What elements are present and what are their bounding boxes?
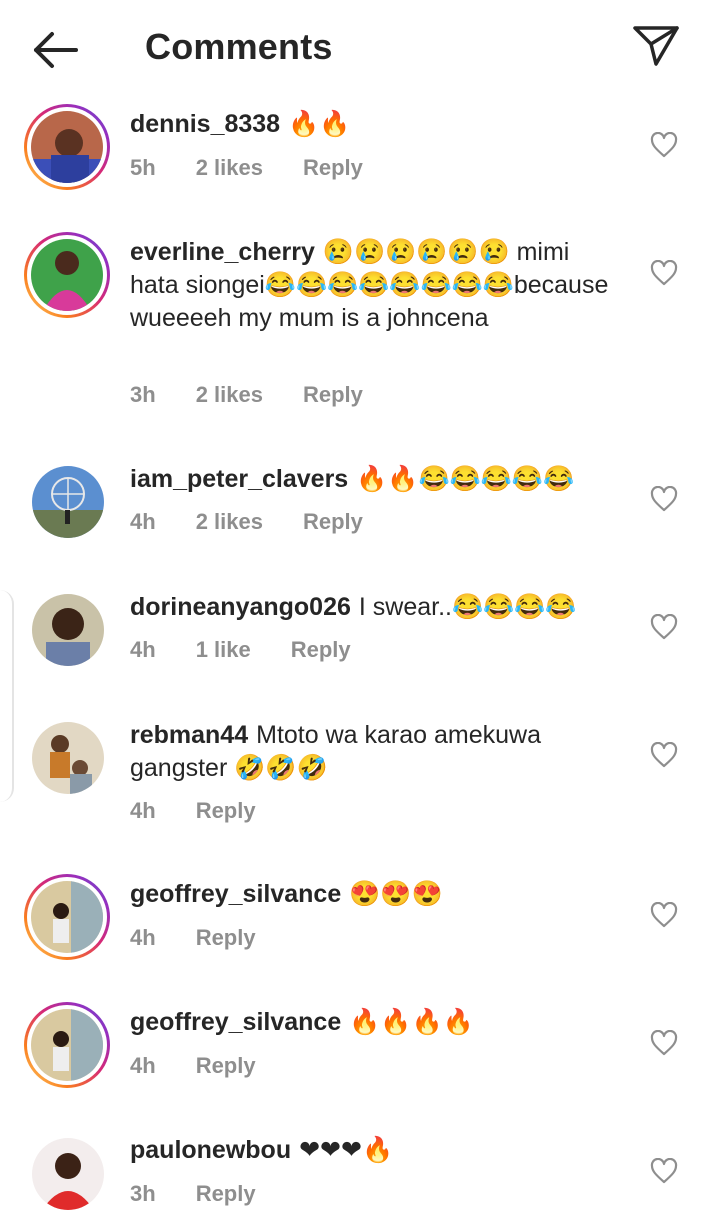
comment-time: 3h (130, 382, 156, 407)
comment-text: I swear..😂😂😂😂 (358, 593, 577, 621)
comment-likes[interactable]: 2 likes (196, 155, 263, 181)
reply-button[interactable]: Reply (196, 1181, 256, 1207)
comment-body: rebman44 Mtoto wa karao amekuwa gangster … (130, 719, 610, 785)
reply-button[interactable]: Reply (303, 509, 363, 535)
reply-button[interactable]: Reply (303, 155, 363, 181)
page-title: Comments (145, 26, 333, 67)
user-photo (32, 594, 104, 666)
comment-body: everline_cherry 😢😢😢😢😢😢 mimi hata siongei😂… (130, 236, 610, 335)
heart-outline-icon[interactable] (650, 132, 678, 158)
comment-username[interactable]: paulonewbou (130, 1136, 291, 1164)
comment-meta: 3h Reply (130, 1181, 296, 1207)
comment-text: 🔥🔥 (288, 110, 351, 138)
reply-button[interactable]: Reply (196, 925, 256, 951)
comment-likes[interactable]: 1 like (196, 637, 251, 663)
heart-outline-icon[interactable] (650, 1030, 678, 1056)
user-photo (32, 1138, 104, 1210)
avatar[interactable] (24, 104, 110, 190)
comment-text: 😍😍😍 (349, 880, 443, 908)
comment-body: dennis_8338 🔥🔥 (130, 108, 610, 141)
heart-outline-icon[interactable] (650, 902, 678, 928)
comment-username[interactable]: dennis_8338 (130, 110, 280, 138)
comment-text: 🔥🔥🔥🔥 (349, 1008, 474, 1036)
comment-time: 4h (130, 637, 156, 662)
comment-time: 3h (130, 1181, 156, 1206)
comment-body: geoffrey_silvance 😍😍😍 (130, 878, 610, 911)
comment-meta: 4h Reply (130, 925, 296, 951)
user-photo (31, 881, 103, 953)
comment-body: dorineanyango026 I swear..😂😂😂😂 (130, 591, 610, 624)
comment-meta: 3h 2 likes Reply (130, 382, 403, 408)
avatar[interactable] (32, 722, 104, 794)
side-panel-edge (0, 590, 14, 802)
avatar[interactable] (24, 874, 110, 960)
heart-outline-icon[interactable] (650, 614, 678, 640)
comment-username[interactable]: dorineanyango026 (130, 593, 351, 621)
reply-button[interactable]: Reply (196, 798, 256, 824)
comment-time: 4h (130, 925, 156, 950)
heart-outline-icon[interactable] (650, 742, 678, 768)
header-bar: Comments (0, 0, 719, 96)
comment-username[interactable]: geoffrey_silvance (130, 880, 341, 908)
back-arrow-icon[interactable] (32, 28, 80, 72)
comment-meta: 4h 2 likes Reply (130, 509, 403, 535)
comment-username[interactable]: everline_cherry (130, 238, 315, 266)
comment-time: 4h (130, 1053, 156, 1078)
paper-plane-icon[interactable] (632, 24, 680, 68)
avatar[interactable] (24, 232, 110, 318)
comment-text: 🔥🔥😂😂😂😂😂 (356, 465, 575, 493)
comment-likes[interactable]: 2 likes (196, 382, 263, 408)
comment-likes[interactable]: 2 likes (196, 509, 263, 535)
comment-meta: 4h Reply (130, 798, 296, 824)
reply-button[interactable]: Reply (303, 382, 363, 408)
user-photo (31, 239, 103, 311)
avatar[interactable] (24, 1002, 110, 1088)
heart-outline-icon[interactable] (650, 486, 678, 512)
avatar[interactable] (32, 594, 104, 666)
user-photo (32, 722, 104, 794)
user-photo (31, 1009, 103, 1081)
comment-body: geoffrey_silvance 🔥🔥🔥🔥 (130, 1006, 610, 1039)
heart-outline-icon[interactable] (650, 260, 678, 286)
comment-username[interactable]: rebman44 (130, 721, 248, 749)
comment-meta: 4h Reply (130, 1053, 296, 1079)
comment-username[interactable]: geoffrey_silvance (130, 1008, 341, 1036)
comment-time: 4h (130, 509, 156, 534)
comment-time: 4h (130, 798, 156, 823)
comment-meta: 4h 1 like Reply (130, 637, 391, 663)
comment-time: 5h (130, 155, 156, 180)
reply-button[interactable]: Reply (291, 637, 351, 663)
avatar[interactable] (32, 1138, 104, 1210)
heart-outline-icon[interactable] (650, 1158, 678, 1184)
reply-button[interactable]: Reply (196, 1053, 256, 1079)
comment-body: iam_peter_clavers 🔥🔥😂😂😂😂😂 (130, 463, 610, 496)
comment-body: paulonewbou ❤❤❤🔥 (130, 1134, 610, 1167)
user-photo (31, 111, 103, 183)
comment-username[interactable]: iam_peter_clavers (130, 465, 348, 493)
comment-meta: 5h 2 likes Reply (130, 155, 403, 181)
avatar[interactable] (32, 466, 104, 538)
comment-text: ❤❤❤🔥 (299, 1136, 394, 1164)
user-photo (32, 466, 104, 538)
